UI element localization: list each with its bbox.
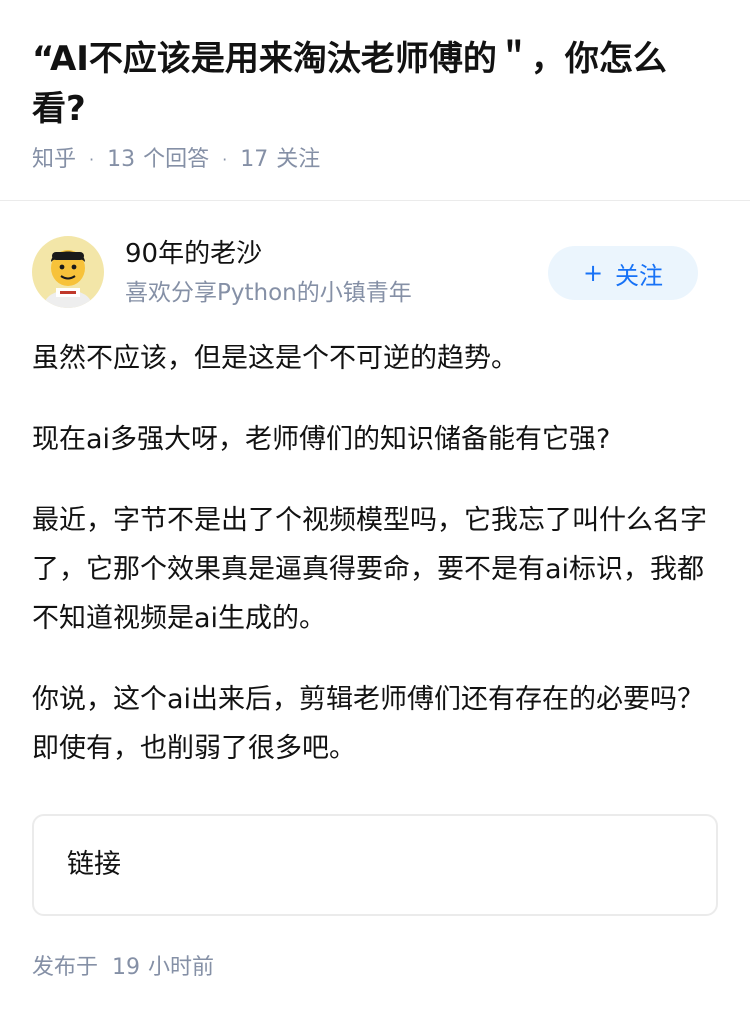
- published-suffix: 小时前: [148, 955, 215, 980]
- answer-paragraph: 你说，这个ai出来后，剪辑老师傅们还有存在的必要吗？即使有，也削弱了很多吧。: [32, 684, 705, 764]
- answer-paragraph: 虽然不应该，但是这是个不可逆的趋势。: [32, 343, 518, 374]
- follow-count-label[interactable]: 关注: [276, 144, 320, 176]
- published-time: 发布于 19 小时前: [32, 952, 214, 984]
- avatar-image: [32, 236, 104, 308]
- separator-dot: ·: [89, 150, 95, 169]
- follow-count: 17: [240, 147, 269, 172]
- answer-paragraph: 最近，字节不是出了个视频模型吗，它我忘了叫什么名字了，它那个效果真是逼真得要命，…: [32, 505, 707, 634]
- author-name[interactable]: 90年的老沙: [125, 236, 262, 272]
- answer-paragraph: 现在ai多强大呀，老师傅们的知识储备能有它强?: [32, 424, 611, 455]
- question-meta: 知乎 · 13 个回答 · 17 关注: [32, 144, 320, 176]
- follow-button-label: 关注: [615, 261, 664, 290]
- published-value: 19: [112, 955, 141, 980]
- published-prefix: 发布于: [32, 955, 99, 980]
- answer-count: 13: [107, 147, 136, 172]
- avatar[interactable]: [32, 236, 104, 308]
- separator-dot: ·: [222, 150, 228, 169]
- author-bio: 喜欢分享Python的小镇青年: [125, 280, 412, 306]
- link-card-label: 链接: [67, 849, 121, 880]
- question-header: “AI不应该是用来淘汰老师傅的＂，你怎么看? 知乎 · 13 个回答 · 17 …: [0, 0, 750, 201]
- follow-button[interactable]: + 关注: [548, 246, 698, 300]
- plus-icon: +: [582, 259, 604, 287]
- author-card: 90年的老沙 喜欢分享Python的小镇青年 + 关注: [32, 236, 718, 312]
- source-label[interactable]: 知乎: [32, 144, 76, 176]
- answer-content: 虽然不应该，但是这是个不可逆的趋势。 现在ai多强大呀，老师傅们的知识储备能有它…: [32, 334, 722, 805]
- answer-count-label[interactable]: 个回答: [143, 144, 209, 176]
- link-card[interactable]: 链接: [32, 814, 718, 916]
- question-title[interactable]: “AI不应该是用来淘汰老师傅的＂，你怎么看?: [32, 34, 712, 134]
